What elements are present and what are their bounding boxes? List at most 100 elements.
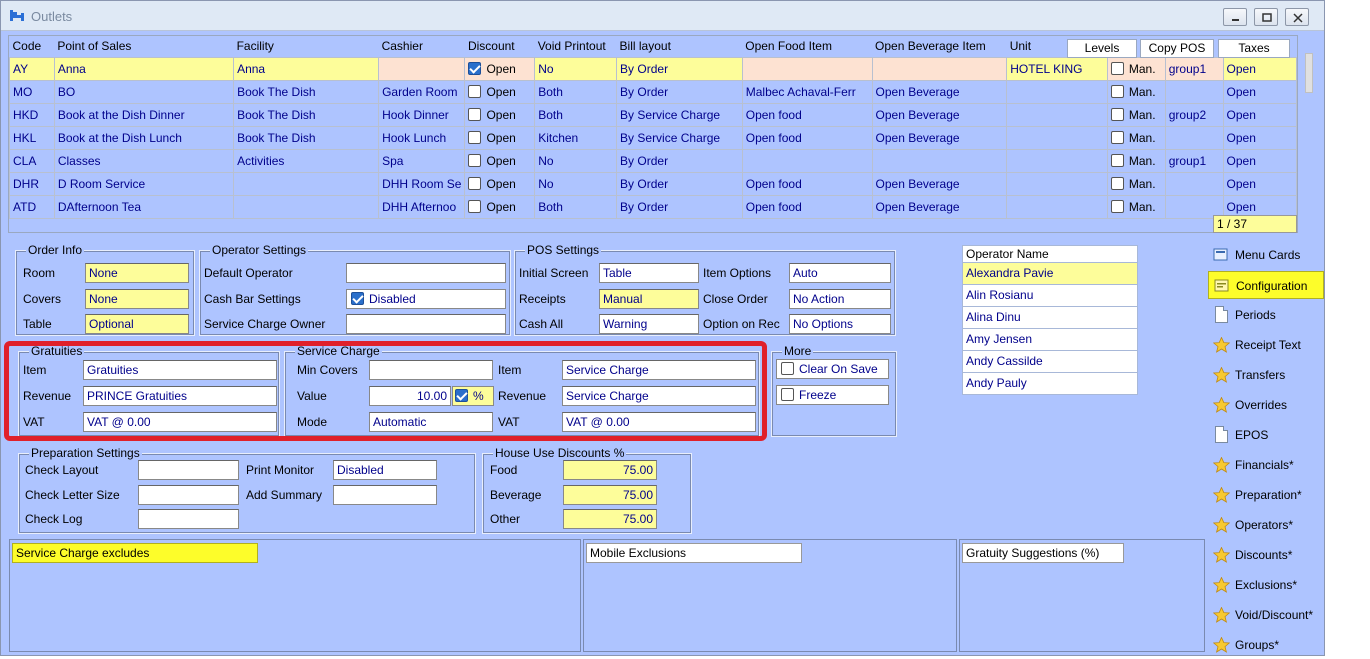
cell-facility[interactable]: Book The Dish	[233, 125, 380, 150]
minimize-button[interactable]	[1223, 8, 1247, 26]
side-item-exclusions[interactable]: Exclusions*	[1208, 571, 1324, 599]
cell-point-of-sales[interactable]: Anna	[53, 56, 235, 81]
col-facility[interactable]: Facility	[233, 36, 379, 57]
cell-open-food-item[interactable]	[741, 148, 873, 173]
cell-point-of-sales[interactable]: Book at the Dish Lunch	[53, 125, 235, 150]
operator-list-item[interactable]: Alexandra Pavie	[962, 262, 1138, 285]
maximize-button[interactable]	[1254, 8, 1278, 26]
cell-point-of-sales[interactable]: Book at the Dish Dinner	[53, 102, 235, 127]
grid-scrollbar[interactable]	[1305, 53, 1313, 93]
option-on-rec-field[interactable]: No Options	[789, 314, 891, 334]
cell-bill-layout[interactable]: By Order	[616, 56, 743, 81]
table-row[interactable]: MO BO Book The Dish Garden Room Open Both By O…	[9, 79, 1298, 104]
cell-bill-layout[interactable]: By Order	[616, 79, 743, 104]
default-operator-field[interactable]	[346, 263, 506, 283]
cell-cashier[interactable]: DHH Room Se	[378, 171, 466, 196]
cell-tax[interactable]: Open	[1222, 125, 1298, 150]
side-item-menu-cards[interactable]: Menu Cards	[1208, 241, 1324, 269]
cell-level[interactable]	[1164, 171, 1224, 196]
room-field[interactable]: None	[85, 263, 189, 283]
cell-man[interactable]: Man.	[1106, 102, 1166, 127]
cell-discount[interactable]: Open	[464, 125, 536, 150]
cell-tax[interactable]: Open	[1222, 171, 1298, 196]
cell-facility[interactable]: Book The Dish	[233, 102, 380, 127]
cell-void-printout[interactable]: Both	[534, 194, 618, 219]
cell-man[interactable]: Man.	[1106, 194, 1166, 219]
checkbox-icon[interactable]	[1110, 84, 1124, 98]
cell-discount[interactable]: Open	[464, 194, 536, 219]
copy-pos-button[interactable]: Copy POS	[1140, 39, 1214, 58]
cell-open-beverage-item[interactable]: Open Beverage	[871, 102, 1008, 127]
side-item-operators[interactable]: Operators*	[1208, 511, 1324, 539]
cell-man[interactable]: Man.	[1106, 148, 1166, 173]
cell-unit[interactable]	[1006, 102, 1108, 127]
table-row[interactable]: HKD Book at the Dish Dinner Book The Dish H…	[9, 102, 1298, 127]
cell-tax[interactable]: Open	[1222, 102, 1298, 127]
checkbox-icon[interactable]	[468, 107, 482, 121]
operator-list-item[interactable]: Alina Dinu	[962, 306, 1138, 329]
cell-unit[interactable]	[1006, 171, 1108, 196]
cell-code[interactable]: MO	[9, 79, 55, 104]
cell-void-printout[interactable]: Kitchen	[534, 125, 618, 150]
cell-point-of-sales[interactable]: DAfternoon Tea	[53, 194, 235, 219]
table-row[interactable]: ATD DAfternoon Tea DHH Afternoo Open Both By …	[9, 194, 1298, 219]
cell-open-beverage-item[interactable]	[871, 56, 1008, 81]
cell-facility[interactable]	[233, 194, 380, 219]
checkbox-icon[interactable]	[468, 176, 482, 190]
cell-discount[interactable]: Open	[464, 171, 536, 196]
mobile-exclusions-header[interactable]: Mobile Exclusions	[586, 543, 802, 563]
cell-open-food-item[interactable]: Open food	[741, 171, 873, 196]
cell-man[interactable]: Man.	[1106, 56, 1166, 81]
cell-unit[interactable]	[1006, 125, 1108, 150]
cell-cashier[interactable]: Garden Room	[378, 79, 466, 104]
cell-void-printout[interactable]: No	[534, 171, 618, 196]
col-discount[interactable]: Discount	[464, 36, 535, 57]
cell-bill-layout[interactable]: By Order	[616, 171, 743, 196]
item-options-field[interactable]: Auto	[789, 263, 891, 283]
col-void-printout[interactable]: Void Printout	[534, 36, 617, 57]
cell-void-printout[interactable]: No	[534, 56, 618, 81]
checkbox-icon[interactable]	[1110, 176, 1124, 190]
cell-open-beverage-item[interactable]: Open Beverage	[871, 171, 1008, 196]
cell-unit[interactable]	[1006, 148, 1108, 173]
checkbox-icon[interactable]	[1110, 61, 1124, 75]
cell-open-beverage-item[interactable]: Open Beverage	[871, 194, 1008, 219]
cell-man[interactable]: Man.	[1106, 171, 1166, 196]
cell-unit[interactable]	[1006, 79, 1108, 104]
cell-discount[interactable]: Open	[464, 148, 536, 173]
checkbox-icon[interactable]	[1110, 130, 1124, 144]
levels-button[interactable]: Levels	[1067, 39, 1137, 58]
cell-open-food-item[interactable]: Open food	[741, 194, 873, 219]
side-item-transfers[interactable]: Transfers	[1208, 361, 1324, 389]
service-charge-owner-field[interactable]	[346, 314, 506, 334]
cash-all-field[interactable]: Warning	[599, 314, 699, 334]
gratuity-suggestions-header[interactable]: Gratuity Suggestions (%)	[962, 543, 1124, 563]
check-log-field[interactable]	[138, 509, 239, 529]
cell-point-of-sales[interactable]: BO	[53, 79, 235, 104]
checkbox-icon[interactable]	[1110, 199, 1124, 213]
service-charge-excludes-header[interactable]: Service Charge excludes	[12, 543, 258, 563]
side-item-overrides[interactable]: Overrides	[1208, 391, 1324, 419]
cell-cashier[interactable]: Hook Lunch	[378, 125, 466, 150]
cell-cashier[interactable]: Spa	[378, 148, 466, 173]
cell-tax[interactable]: Open	[1222, 79, 1298, 104]
table-row[interactable]: AY Anna Anna Open No By Order HOTEL KING Man. gr…	[9, 56, 1298, 81]
cell-void-printout[interactable]: Both	[534, 79, 618, 104]
col-cashier[interactable]: Cashier	[378, 36, 465, 57]
freeze-checkbox[interactable]: Freeze	[776, 385, 889, 405]
cell-level[interactable]: group1	[1164, 56, 1224, 81]
cell-level[interactable]	[1164, 125, 1224, 150]
operator-list-item[interactable]: Alin Rosianu	[962, 284, 1138, 307]
cell-level[interactable]: group1	[1164, 148, 1224, 173]
cell-level[interactable]	[1164, 79, 1224, 104]
operator-list-item[interactable]: Andy Pauly	[962, 372, 1138, 395]
checkbox-icon[interactable]	[468, 199, 482, 213]
cell-open-beverage-item[interactable]: Open Beverage	[871, 125, 1008, 150]
cell-facility[interactable]: Book The Dish	[233, 79, 380, 104]
cell-cashier[interactable]: DHH Afternoo	[378, 194, 466, 219]
cell-man[interactable]: Man.	[1106, 125, 1166, 150]
side-item-receipt-text[interactable]: Receipt Text	[1208, 331, 1324, 359]
add-summary-field[interactable]	[333, 485, 437, 505]
side-item-epos[interactable]: EPOS	[1208, 421, 1324, 449]
cell-discount[interactable]: Open	[464, 102, 536, 127]
